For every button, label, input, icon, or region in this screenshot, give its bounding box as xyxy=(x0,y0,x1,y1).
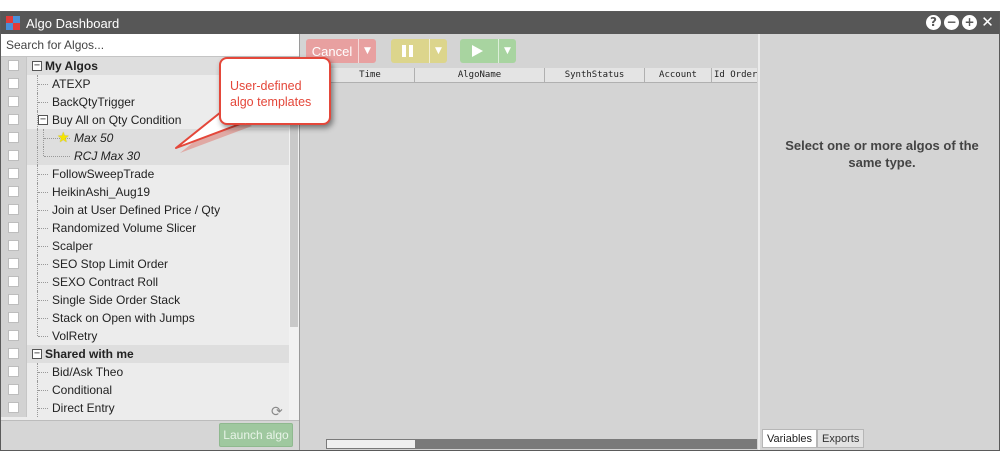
title-bar: Algo Dashboard ? − + ✕ xyxy=(1,12,999,34)
start-button[interactable]: ▼ xyxy=(460,39,516,63)
callout-box: User-defined algo templates xyxy=(219,57,331,125)
list-item[interactable]: FollowSweepTrade xyxy=(1,165,289,183)
row-checkbox[interactable] xyxy=(8,384,19,395)
algo-label: Buy All on Qty Condition xyxy=(52,113,182,127)
row-checkbox[interactable] xyxy=(8,276,19,287)
column-header[interactable]: Id Order xyxy=(712,68,757,83)
row-checkbox[interactable] xyxy=(8,312,19,323)
row-checkbox[interactable] xyxy=(8,186,19,197)
group-label: My Algos xyxy=(45,59,98,73)
maximize-icon[interactable]: + xyxy=(962,15,977,30)
row-checkbox[interactable] xyxy=(8,294,19,305)
column-header[interactable]: Time xyxy=(326,68,415,83)
row-checkbox[interactable] xyxy=(8,150,19,161)
tree-group-shared[interactable]: − Shared with me xyxy=(1,345,289,363)
callout-text: User-defined algo templates xyxy=(230,79,312,109)
row-checkbox[interactable] xyxy=(8,78,19,89)
grid-header: Time AlgoName SynthStatus Account Id Ord… xyxy=(301,68,757,83)
minimize-icon[interactable]: − xyxy=(944,15,959,30)
row-checkbox[interactable] xyxy=(8,330,19,341)
algo-label: FollowSweepTrade xyxy=(52,167,155,181)
details-tabs: Variables Exports xyxy=(762,429,865,448)
row-checkbox[interactable] xyxy=(8,132,19,143)
algo-label: Randomized Volume Slicer xyxy=(52,221,197,235)
chevron-down-icon[interactable]: ▼ xyxy=(498,39,516,63)
list-item[interactable]: Stack on Open with Jumps xyxy=(1,309,289,327)
row-checkbox[interactable] xyxy=(8,168,19,179)
algo-orders-panel: Cancel ▼ ▼ ▼ Time AlgoName SynthStatus A… xyxy=(301,34,757,450)
help-icon[interactable]: ? xyxy=(926,15,941,30)
horizontal-scrollbar[interactable] xyxy=(326,439,757,449)
row-checkbox[interactable] xyxy=(8,114,19,125)
pause-icon xyxy=(402,45,414,57)
algo-label: HeikinAshi_Aug19 xyxy=(52,185,151,199)
play-icon xyxy=(472,45,483,57)
row-checkbox[interactable] xyxy=(8,60,19,71)
list-item[interactable]: Randomized Volume Slicer xyxy=(1,219,289,237)
refresh-icon[interactable]: ⟳ xyxy=(271,404,283,420)
algo-label: ATEXP xyxy=(52,77,91,91)
row-checkbox[interactable] xyxy=(8,222,19,233)
row-checkbox[interactable] xyxy=(8,96,19,107)
row-checkbox[interactable] xyxy=(8,366,19,377)
tab-variables[interactable]: Variables xyxy=(762,429,818,448)
list-item[interactable]: SEO Stop Limit Order xyxy=(1,255,289,273)
list-item[interactable]: Direct Entry xyxy=(1,399,289,417)
algo-label: Stack on Open with Jumps xyxy=(52,311,195,325)
star-icon: ★ xyxy=(57,130,70,146)
column-header[interactable]: Account xyxy=(645,68,712,83)
template-label: RCJ Max 30 xyxy=(74,149,141,163)
list-item[interactable]: Join at User Defined Price / Qty xyxy=(1,201,289,219)
template-label: Max 50 xyxy=(74,131,114,145)
algo-label: SEO Stop Limit Order xyxy=(52,257,169,271)
app-logo-icon xyxy=(6,16,20,30)
launch-algo-button[interactable]: Launch algo xyxy=(219,423,293,447)
row-checkbox[interactable] xyxy=(8,258,19,269)
row-checkbox[interactable] xyxy=(8,204,19,215)
algo-label: Direct Entry xyxy=(52,401,115,415)
window-controls: ? − + ✕ xyxy=(926,15,995,30)
list-item[interactable]: HeikinAshi_Aug19 xyxy=(1,183,289,201)
algo-label: BackQtyTrigger xyxy=(52,95,135,109)
orders-grid xyxy=(301,84,757,438)
row-checkbox[interactable] xyxy=(8,402,19,413)
collapse-icon[interactable]: − xyxy=(32,349,42,359)
algo-label: Bid/Ask Theo xyxy=(52,365,124,379)
row-checkbox[interactable] xyxy=(8,240,19,251)
pause-button[interactable]: ▼ xyxy=(391,39,447,63)
scroll-thumb[interactable] xyxy=(327,440,415,448)
collapse-icon[interactable]: − xyxy=(32,61,42,71)
window-title: Algo Dashboard xyxy=(26,15,120,31)
close-icon[interactable]: ✕ xyxy=(980,15,995,30)
details-panel: Select one or more algos of the same typ… xyxy=(758,34,999,450)
algo-label: VolRetry xyxy=(52,329,98,343)
list-item[interactable]: Bid/Ask Theo xyxy=(1,363,289,381)
chevron-down-icon[interactable]: ▼ xyxy=(358,39,376,63)
algo-label: Join at User Defined Price / Qty xyxy=(52,203,221,217)
list-item[interactable]: SEXO Contract Roll xyxy=(1,273,289,291)
toolbar: Cancel ▼ ▼ ▼ xyxy=(301,34,757,68)
list-item[interactable]: Single Side Order Stack xyxy=(1,291,289,309)
search-input[interactable] xyxy=(1,34,299,57)
list-item[interactable]: Scalper xyxy=(1,237,289,255)
template-item[interactable]: ★ Max 50 xyxy=(1,129,289,147)
algo-dashboard-window: Algo Dashboard ? − + ✕ − My Algos ATEXP xyxy=(0,11,1000,451)
column-header[interactable]: AlgoName xyxy=(415,68,545,83)
row-checkbox[interactable] xyxy=(8,348,19,359)
tab-exports[interactable]: Exports xyxy=(817,429,865,448)
list-item[interactable]: VolRetry xyxy=(1,327,289,345)
list-item[interactable]: Conditional xyxy=(1,381,289,399)
chevron-down-icon[interactable]: ▼ xyxy=(429,39,447,63)
algo-label: Conditional xyxy=(52,383,113,397)
empty-selection-message: Select one or more algos of the same typ… xyxy=(785,138,979,170)
column-header[interactable]: SynthStatus xyxy=(545,68,645,83)
algo-label: SEXO Contract Roll xyxy=(52,275,159,289)
collapse-icon[interactable]: − xyxy=(38,115,48,125)
group-label: Shared with me xyxy=(45,347,134,361)
template-item[interactable]: RCJ Max 30 xyxy=(1,147,289,165)
algo-label: Single Side Order Stack xyxy=(52,293,181,307)
algo-label: Scalper xyxy=(52,239,93,253)
